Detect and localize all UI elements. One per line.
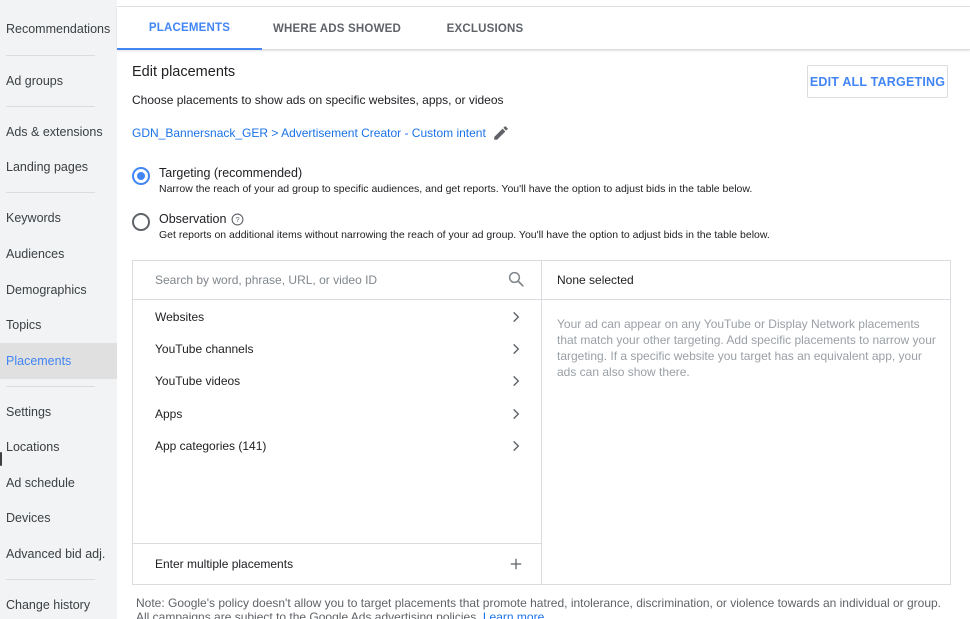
chevron-right-icon (509, 310, 523, 327)
category-youtube-channels[interactable]: YouTube channels (133, 333, 541, 365)
svg-text:?: ? (236, 215, 240, 224)
sidebar-item-recommendations[interactable]: Recommendations (0, 11, 117, 47)
chevron-right-icon (509, 439, 523, 456)
targeting-label: Targeting (recommended) (159, 166, 303, 180)
tab-bar: PLACEMENTS WHERE ADS SHOWED EXCLUSIONS (117, 7, 970, 50)
category-apps[interactable]: Apps (133, 398, 541, 430)
window-edge-marker (0, 452, 2, 466)
edit-all-targeting-button[interactable]: EDIT ALL TARGETING (807, 65, 948, 98)
tab-exclusions[interactable]: EXCLUSIONS (432, 7, 538, 50)
enter-multiple-label: Enter multiple placements (155, 557, 294, 571)
sidebar-item-ad-schedule[interactable]: Ad schedule (0, 465, 117, 501)
targeting-option: Targeting (recommended) Narrow the reach… (132, 166, 752, 195)
sidebar-item-change-history[interactable]: Change history (0, 587, 117, 619)
observation-option: Observation ? Get reports on additional … (132, 212, 770, 241)
page-description: Choose placements to show ads on specifi… (132, 93, 504, 107)
sidebar-item-ads-extensions[interactable]: Ads & extensions (0, 114, 117, 150)
left-sidebar: Recommendations Ad groups Ads & extensio… (0, 0, 117, 619)
sidebar-item-ad-groups[interactable]: Ad groups (0, 63, 117, 99)
chevron-right-icon (509, 342, 523, 359)
category-youtube-videos[interactable]: YouTube videos (133, 365, 541, 397)
selected-header: None selected (542, 261, 950, 300)
sidebar-item-locations[interactable]: Locations (0, 429, 117, 465)
category-websites[interactable]: Websites (133, 301, 541, 333)
tab-placements[interactable]: PLACEMENTS (117, 7, 262, 50)
search-input[interactable] (145, 269, 495, 291)
sidebar-item-topics[interactable]: Topics (0, 307, 117, 343)
sidebar-item-settings[interactable]: Settings (0, 394, 117, 430)
selected-pane: None selected Your ad can appear on any … (542, 261, 950, 584)
search-row (133, 261, 541, 300)
targeting-radio[interactable] (132, 167, 150, 185)
sidebar-item-landing-pages[interactable]: Landing pages (0, 149, 117, 185)
search-icon[interactable] (507, 270, 525, 293)
sidebar-divider (6, 192, 95, 193)
main-content: PLACEMENTS WHERE ADS SHOWED EXCLUSIONS E… (117, 0, 970, 619)
sidebar-item-keywords[interactable]: Keywords (0, 200, 117, 236)
category-label: App categories (141) (155, 439, 267, 453)
ad-group-link[interactable]: GDN_Bannersnack_GER > Advertisement Crea… (132, 126, 486, 140)
policy-note: Note: Google's policy doesn't allow you … (136, 596, 956, 619)
selected-description: Your ad can appear on any YouTube or Dis… (557, 317, 936, 379)
chevron-right-icon (509, 407, 523, 424)
observation-label: Observation (159, 212, 227, 226)
breadcrumb: GDN_Bannersnack_GER > Advertisement Crea… (132, 124, 510, 142)
category-label: YouTube channels (155, 342, 254, 356)
placement-picker: Websites YouTube channels YouTube videos… (132, 260, 951, 585)
sidebar-item-audiences[interactable]: Audiences (0, 236, 117, 272)
observation-radio[interactable] (132, 213, 150, 231)
sidebar-divider (6, 106, 95, 107)
sidebar-divider (6, 386, 95, 387)
help-icon[interactable]: ? (231, 213, 244, 226)
enter-multiple-placements[interactable]: Enter multiple placements (133, 543, 541, 584)
pencil-icon[interactable] (492, 124, 510, 142)
targeting-description: Narrow the reach of your ad group to spe… (159, 183, 753, 195)
sidebar-item-demographics[interactable]: Demographics (0, 272, 117, 308)
learn-more-link[interactable]: Learn more (483, 610, 544, 619)
category-label: Websites (155, 310, 205, 324)
sidebar-divider (6, 579, 95, 580)
sidebar-item-placements[interactable]: Placements (0, 343, 117, 379)
observation-description: Get reports on additional items without … (159, 229, 770, 241)
page-title: Edit placements (132, 64, 236, 80)
category-label: YouTube videos (155, 374, 241, 388)
sidebar-divider (6, 55, 95, 56)
tab-where-ads-showed[interactable]: WHERE ADS SHOWED (262, 7, 412, 50)
category-app-categories[interactable]: App categories (141) (133, 430, 541, 462)
chevron-right-icon (509, 374, 523, 391)
sidebar-item-devices[interactable]: Devices (0, 500, 117, 536)
sidebar-item-advanced-bid-adj[interactable]: Advanced bid adj. (0, 536, 117, 572)
browse-pane: Websites YouTube channels YouTube videos… (133, 261, 542, 584)
category-label: Apps (155, 407, 183, 421)
plus-icon[interactable] (509, 557, 523, 574)
